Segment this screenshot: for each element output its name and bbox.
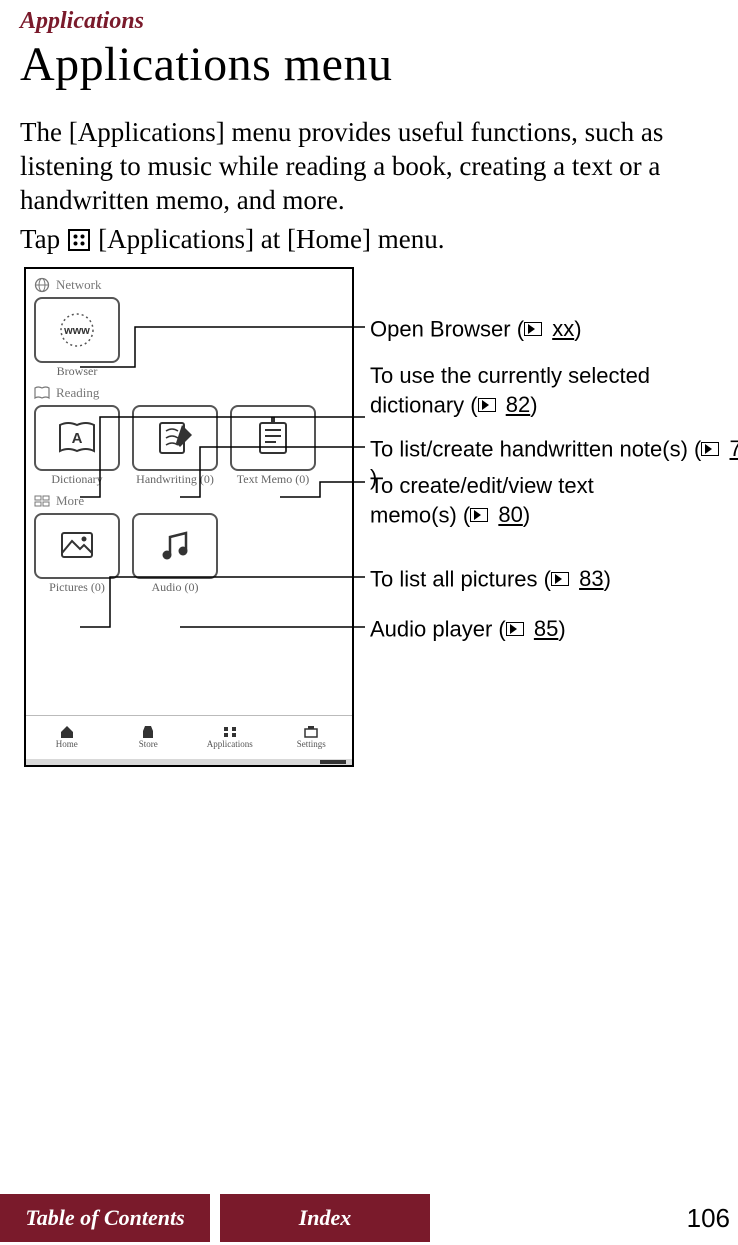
page-ref-icon — [478, 398, 496, 412]
annotation-textmemo: To create/edit/view text memo(s) ( 80) — [370, 472, 710, 529]
annotation-close-paren: ) — [530, 392, 537, 417]
bottom-store: Store — [108, 716, 190, 757]
annotation-audio-page-link[interactable]: 85 — [534, 615, 558, 644]
annotation-close-paren: ) — [558, 616, 565, 641]
annotation-handwriting-text: To list/create handwritten note(s) ( — [370, 436, 701, 461]
annotation-audio: Audio player ( 85) — [370, 615, 566, 644]
more-icon — [34, 493, 50, 509]
annotation-dictionary-page-link[interactable]: 82 — [506, 391, 530, 420]
pictures-icon — [54, 523, 100, 569]
section-label: Applications — [20, 8, 718, 35]
page-ref-icon — [701, 442, 719, 456]
www-icon: www — [54, 307, 100, 353]
text-memo-icon — [250, 415, 296, 461]
annotation-browser-text: Open Browser ( — [370, 316, 524, 341]
index-button[interactable]: Index — [220, 1194, 430, 1242]
tile-audio-label: Audio (0) — [132, 581, 218, 593]
bottom-store-label: Store — [139, 739, 158, 749]
annotated-diagram: Network www Browser — [20, 267, 718, 767]
tile-handwriting-label: Handwriting (0) — [132, 473, 218, 485]
tile-browser: www Browser — [34, 297, 120, 377]
annotation-handwriting-page-link[interactable]: 77 — [730, 435, 738, 464]
bottom-home-label: Home — [56, 739, 78, 749]
page-footer: Table of Contents Index 106 — [0, 1191, 738, 1245]
annotation-browser: Open Browser ( xx) — [370, 315, 582, 344]
applications-grid-icon — [68, 229, 90, 251]
annotation-textmemo-text2: memo(s) ( — [370, 502, 470, 527]
page-ref-icon — [551, 572, 569, 586]
tile-textmemo: Text Memo (0) — [230, 405, 316, 485]
annotation-browser-page-link[interactable]: xx — [552, 315, 574, 344]
bottom-applications-label: Applications — [207, 739, 253, 749]
device-screenshot: Network www Browser — [24, 267, 354, 767]
intro-paragraph: The [Applications] menu provides useful … — [20, 116, 718, 217]
device-bottom-bar: Home Store Applications Settings — [26, 715, 352, 757]
svg-text:A: A — [72, 430, 83, 447]
device-section-reading: Reading — [34, 385, 344, 401]
page-ref-icon — [470, 508, 488, 522]
tile-pictures: Pictures (0) — [34, 513, 120, 593]
device-section-network-label: Network — [56, 277, 102, 293]
annotation-dictionary: To use the currently selected dictionary… — [370, 362, 738, 419]
page-ref-icon — [524, 322, 542, 336]
tile-dictionary: A Dictionary — [34, 405, 120, 485]
tile-pictures-label: Pictures (0) — [34, 581, 120, 593]
bottom-applications: Applications — [189, 716, 271, 757]
globe-icon — [34, 277, 50, 293]
annotation-close-paren: ) — [604, 566, 611, 591]
annotation-close-paren: ) — [574, 316, 581, 341]
annotation-audio-text: Audio player ( — [370, 616, 506, 641]
bottom-settings: Settings — [271, 716, 353, 757]
book-open-icon — [34, 385, 50, 401]
tile-audio: Audio (0) — [132, 513, 218, 593]
audio-icon — [152, 523, 198, 569]
device-section-network: Network — [34, 277, 344, 293]
device-section-more-label: More — [56, 493, 84, 509]
intro-tap-line: Tap [Applications] at [Home] menu. — [20, 223, 718, 257]
device-section-more: More — [34, 493, 344, 509]
table-of-contents-button[interactable]: Table of Contents — [0, 1194, 210, 1242]
intro-tap-suffix: [Applications] at [Home] menu. — [98, 223, 444, 257]
annotation-pictures-text: To list all pictures ( — [370, 566, 551, 591]
annotation-close-paren: ) — [523, 502, 530, 527]
device-section-reading-label: Reading — [56, 385, 99, 401]
bottom-home: Home — [26, 716, 108, 757]
svg-text:www: www — [63, 325, 90, 337]
dictionary-icon: A — [54, 415, 100, 461]
page-title: Applications menu — [20, 37, 718, 92]
tile-browser-label: Browser — [34, 365, 120, 377]
device-status-bar — [26, 759, 352, 765]
tile-handwriting: Handwriting (0) — [132, 405, 218, 485]
annotation-pictures: To list all pictures ( 83) — [370, 565, 611, 594]
annotation-textmemo-text1: To create/edit/view text — [370, 473, 594, 498]
bottom-settings-label: Settings — [297, 739, 326, 749]
handwriting-icon — [152, 415, 198, 461]
annotation-pictures-page-link[interactable]: 83 — [579, 565, 603, 594]
page-number: 106 — [687, 1203, 730, 1234]
annotation-textmemo-page-link[interactable]: 80 — [498, 501, 522, 530]
intro-tap-prefix: Tap — [20, 223, 60, 257]
tile-dictionary-label: Dictionary — [34, 473, 120, 485]
page-ref-icon — [506, 622, 524, 636]
tile-textmemo-label: Text Memo (0) — [230, 473, 316, 485]
